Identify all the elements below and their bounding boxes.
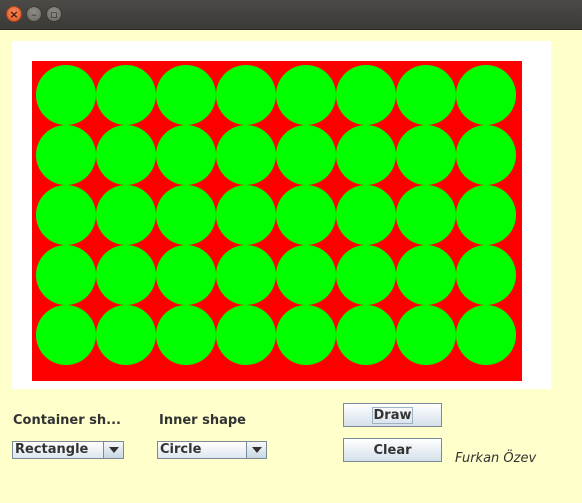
- inner-circle: [156, 185, 216, 245]
- inner-circle: [96, 185, 156, 245]
- container-shape-select[interactable]: Rectangle: [12, 441, 124, 459]
- title-bar: × – ▫: [0, 0, 582, 30]
- inner-circle: [96, 305, 156, 365]
- container-rectangle: [32, 61, 522, 381]
- inner-circle: [456, 125, 516, 185]
- inner-circle: [336, 305, 396, 365]
- inner-shape-select[interactable]: Circle: [157, 441, 267, 459]
- inner-circle: [336, 185, 396, 245]
- draw-button-label: Draw: [371, 406, 414, 424]
- inner-shape-selected: Circle: [160, 442, 202, 457]
- chevron-down-icon[interactable]: [246, 442, 266, 458]
- inner-circle: [456, 65, 516, 125]
- inner-shape-label: Inner shape: [159, 413, 246, 428]
- inner-circle: [336, 65, 396, 125]
- container-shape-label: Container sh...: [13, 413, 121, 428]
- inner-circle: [156, 245, 216, 305]
- inner-circle: [336, 245, 396, 305]
- inner-circle: [216, 65, 276, 125]
- inner-circle: [96, 245, 156, 305]
- inner-circle: [396, 125, 456, 185]
- clear-button-label: Clear: [373, 442, 412, 458]
- inner-circle: [36, 185, 96, 245]
- inner-circle: [276, 185, 336, 245]
- inner-circle: [36, 65, 96, 125]
- inner-circle: [216, 185, 276, 245]
- inner-circle: [276, 305, 336, 365]
- maximize-icon[interactable]: ▫: [46, 6, 62, 22]
- inner-circle: [396, 245, 456, 305]
- inner-circle: [36, 245, 96, 305]
- container-shape-selected: Rectangle: [15, 442, 89, 457]
- draw-button[interactable]: Draw: [343, 403, 442, 427]
- inner-circle: [216, 125, 276, 185]
- inner-circle: [96, 65, 156, 125]
- inner-circle: [396, 305, 456, 365]
- inner-circle: [336, 125, 396, 185]
- minimize-icon[interactable]: –: [26, 6, 42, 22]
- inner-circle: [456, 305, 516, 365]
- chevron-down-icon[interactable]: [103, 442, 123, 458]
- inner-circle: [276, 65, 336, 125]
- inner-circle: [216, 245, 276, 305]
- inner-circle: [156, 125, 216, 185]
- inner-circle: [276, 245, 336, 305]
- inner-circle: [396, 185, 456, 245]
- inner-circle: [156, 305, 216, 365]
- app-window: × – ▫ Container sh... Inner shape Rectan…: [0, 0, 582, 503]
- inner-circle: [276, 125, 336, 185]
- inner-circle: [456, 245, 516, 305]
- inner-circle: [156, 65, 216, 125]
- inner-circle: [216, 305, 276, 365]
- inner-circle: [96, 125, 156, 185]
- inner-circle: [396, 65, 456, 125]
- clear-button[interactable]: Clear: [343, 438, 442, 462]
- drawing-canvas: [12, 41, 551, 389]
- author-name: Furkan Özev: [455, 451, 537, 466]
- inner-circle: [36, 305, 96, 365]
- close-icon[interactable]: ×: [6, 6, 22, 22]
- inner-circle: [36, 125, 96, 185]
- inner-circle: [456, 185, 516, 245]
